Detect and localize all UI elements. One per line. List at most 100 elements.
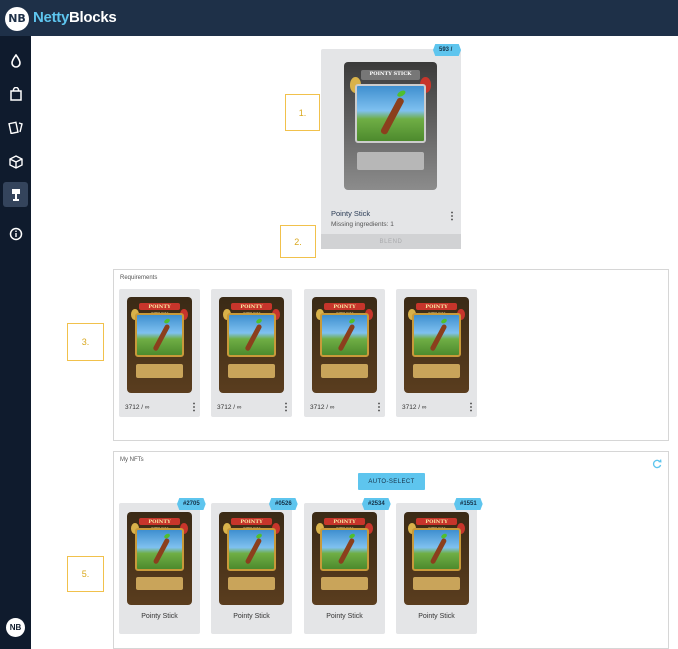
mint-number-badge: #1551 [454,498,483,510]
stick-art [380,96,405,135]
card-art-scene [355,83,426,143]
card-art-scene [134,527,185,571]
nft-card[interactable]: #1551 POINTY STICK Pointy Stick [396,498,483,634]
requirement-card[interactable]: POINTY STICK 3712 / ∞ ⋮ [119,289,200,417]
more-options-icon[interactable]: ⋮ [189,403,199,413]
card-art-textbox [321,364,368,378]
brand-prefix: Netty [33,9,70,26]
more-options-icon[interactable]: ⋮ [281,403,291,413]
card-art-title: POINTY STICK [138,517,181,533]
sidebar: NB [0,36,31,649]
card-art-textbox [228,364,275,378]
missing-ingredients: Missing ingredients: 1 [331,221,394,228]
mint-number-badge: #2705 [177,498,206,510]
mint-number-badge: #2534 [362,498,391,510]
auto-select-button[interactable]: AUTO-SELECT [358,473,425,490]
card-artwork: POINTY STICK [127,297,192,393]
card-art-textbox [136,364,183,378]
card-art-textbox [321,577,368,591]
card-art-textbox [136,577,183,591]
stick-art [337,323,355,351]
nft-name: Pointy Stick [233,613,270,620]
card-quantity: 3712 / ∞ [310,404,335,411]
card-art-title: POINTY STICK [138,302,181,318]
requirements-title: Requirements [120,275,158,281]
blend-button[interactable]: BLEND [321,234,461,249]
footer-logo[interactable]: NB [6,618,25,637]
cards-icon[interactable] [3,114,28,139]
card-quantity: 3712 / ∞ [217,404,242,411]
stick-art [244,537,262,565]
card-art-title: POINTY STICK [415,517,458,533]
card-art-title: POINTY STICK [230,517,273,533]
brand-name: NettyBlocks [33,9,117,26]
card-title: Pointy Stick [331,209,371,218]
brand-suffix: Blocks [69,9,117,26]
card-artwork: POINTY STICK [219,297,284,393]
app-logo[interactable]: NB [5,7,29,31]
card-art-title: POINTY STICK [415,302,458,318]
more-options-icon[interactable]: ⋮ [374,403,384,413]
card-art-textbox [413,577,460,591]
stick-art [429,323,447,351]
card-art-title: POINTY STICK [360,69,421,80]
card-quantity: 3712 / ∞ [402,404,427,411]
card-art-scene [134,313,185,358]
mint-number-badge: #0526 [269,498,298,510]
card-artwork: POINTY STICK [344,62,437,190]
card-art-title: POINTY STICK [230,302,273,318]
requirement-card[interactable]: POINTY STICK 3712 / ∞ ⋮ [396,289,477,417]
stick-art [152,537,170,565]
card-art-scene [319,313,370,358]
my-nfts-title: My NFTs [120,457,144,463]
card-art-title: POINTY STICK [323,517,366,533]
supply-badge: 593 / ∞ [433,44,461,56]
refresh-icon[interactable] [652,456,662,474]
stick-art [429,537,447,565]
nft-card[interactable]: #0526 POINTY STICK Pointy Stick [211,498,298,634]
nft-name: Pointy Stick [418,613,455,620]
card-art-textbox [357,151,424,170]
annotation-5: 5. [67,556,104,592]
stick-art [337,537,355,565]
card-artwork: POINTY STICK [404,512,469,605]
card-artwork: POINTY STICK [127,512,192,605]
cube-icon[interactable] [3,149,28,174]
nft-name: Pointy Stick [326,613,363,620]
blend-icon[interactable] [3,182,28,207]
card-artwork: POINTY STICK [312,297,377,393]
card-art-scene [226,313,277,358]
card-art-textbox [228,577,275,591]
leaf-art [163,532,171,539]
card-quantity: 3712 / ∞ [125,404,150,411]
drop-icon[interactable] [3,48,28,73]
requirement-card[interactable]: POINTY STICK 3712 / ∞ ⋮ [211,289,292,417]
card-art-textbox [413,364,460,378]
leaf-art [440,532,448,539]
leaf-art [255,532,263,539]
blend-target-card[interactable]: 593 / ∞ POINTY STICK Pointy Stick Missin… [321,44,461,249]
nft-card[interactable]: #2534 POINTY STICK Pointy Stick [304,498,391,634]
shopping-bag-icon[interactable] [3,81,28,106]
stick-art [152,323,170,351]
more-options-icon[interactable]: ⋮ [466,403,476,413]
leaf-art [348,532,356,539]
nft-name: Pointy Stick [141,613,178,620]
annotation-2: 2. [280,225,316,258]
more-options-icon[interactable]: ⋮ [447,212,457,222]
top-bar: NB NettyBlocks [0,0,678,36]
card-art-scene [411,527,462,571]
card-artwork: POINTY STICK [312,512,377,605]
info-icon[interactable] [3,221,28,246]
card-artwork: POINTY STICK [219,512,284,605]
requirement-card[interactable]: POINTY STICK 3712 / ∞ ⋮ [304,289,385,417]
annotation-3: 3. [67,323,104,361]
annotation-1: 1. [285,94,320,131]
card-artwork: POINTY STICK [404,297,469,393]
card-art-scene [319,527,370,571]
card-art-scene [411,313,462,358]
card-art-title: POINTY STICK [323,302,366,318]
card-art-scene [226,527,277,571]
stick-art [244,323,262,351]
nft-card[interactable]: #2705 POINTY STICK Pointy Stick [119,498,206,634]
